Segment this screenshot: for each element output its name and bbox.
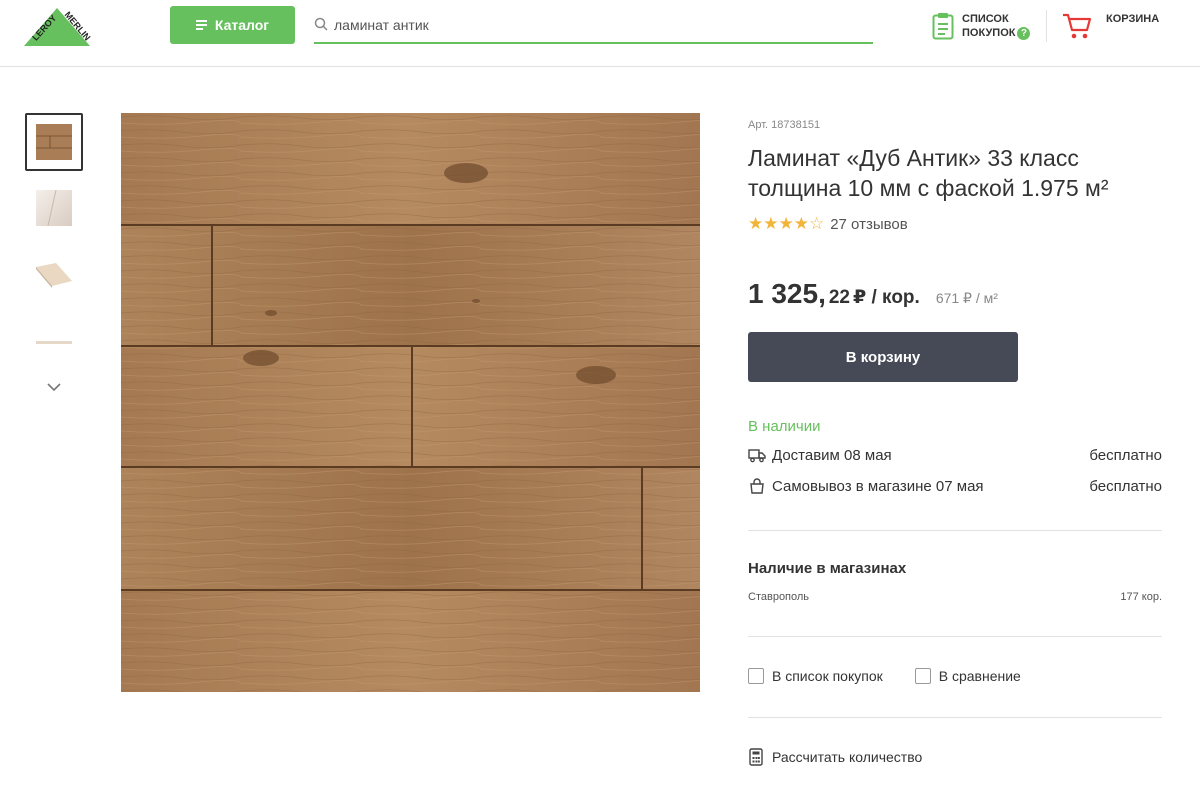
chevron-down-icon[interactable] (45, 378, 63, 396)
divider (748, 636, 1162, 637)
thumbnail-edge-view[interactable] (25, 311, 83, 369)
add-to-list-label: В список покупок (772, 668, 883, 684)
product-image[interactable] (121, 113, 700, 692)
checkbox-box[interactable] (914, 668, 931, 684)
catalog-label: Каталог (214, 17, 270, 33)
compare-label: В сравнение (938, 668, 1021, 684)
city-name: Ставрополь (748, 591, 810, 603)
pickup-text: Самовывоз в магазине 07 мая (772, 477, 984, 495)
search-input[interactable] (334, 13, 864, 37)
reviews-count[interactable]: 27 отзывов (830, 216, 908, 233)
shopping-list-label-1: СПИСОК (962, 13, 1009, 25)
price-unit: ₽ / кор. (853, 287, 920, 308)
delivery-text: Доставим 08 мая (772, 446, 892, 464)
thumbnail-wood-texture[interactable] (25, 113, 83, 171)
search-bar (314, 8, 873, 44)
pickup-price: бесплатно (1089, 477, 1162, 495)
price-decimal: 22 (828, 287, 850, 308)
thumbnail-list (25, 113, 83, 377)
leroy-merlin-logo[interactable]: LEROY MERLIN (22, 6, 92, 46)
header-divider (1046, 10, 1047, 42)
truck-icon (748, 449, 766, 463)
checkbox-box[interactable] (748, 668, 764, 684)
price-per-m2: 671 ₽ / м² (935, 290, 998, 306)
cart-label: КОРЗИНА (1106, 13, 1160, 25)
product-title: Ламинат «Дуб Антик» 33 класс толщина 10 … (748, 145, 1109, 201)
cart-icon (1063, 13, 1092, 39)
compare-checkbox[interactable]: В сравнение (914, 668, 1021, 684)
options-row: В список покупок В сравнение (748, 668, 1021, 684)
cart-link[interactable]: КОРЗИНА (1062, 12, 1159, 40)
help-icon[interactable]: ? (1017, 26, 1031, 40)
calculate-label: Рассчитать количество (772, 749, 923, 765)
price: 1 325, 22 ₽ / кор. 671 ₽ / м² (748, 278, 998, 310)
calculate-quantity-link[interactable]: Рассчитать количество (748, 748, 922, 766)
clipboard-icon (932, 13, 954, 40)
thumbnail-white-plank[interactable] (25, 179, 83, 237)
catalog-button[interactable]: Каталог (170, 6, 295, 44)
shopping-list-label-2: ПОКУПОК (962, 27, 1016, 39)
delivery-price: бесплатно (1089, 446, 1162, 464)
stock-status: В наличии (748, 418, 821, 435)
divider (748, 717, 1162, 718)
site-header: LEROY MERLIN Каталог СПИСОК ПОКУПОК? (0, 0, 1200, 67)
search-icon (314, 17, 328, 31)
divider (748, 530, 1162, 531)
shopping-bag-icon (750, 478, 764, 494)
add-to-list-checkbox[interactable]: В список покупок (748, 668, 883, 684)
store-availability-row[interactable]: Ставрополь 177 кор. (748, 591, 1162, 603)
rating-stars: ★★★★☆ (748, 214, 825, 233)
calculator-icon (749, 748, 763, 766)
delivery-row: Доставим 08 мая бесплатно (748, 446, 1162, 464)
price-integer: 1 325, (748, 278, 826, 309)
rating[interactable]: ★★★★☆ 27 отзывов (748, 214, 908, 234)
shopping-list-link[interactable]: СПИСОК ПОКУПОК? (932, 12, 1031, 42)
menu-icon (195, 20, 207, 30)
add-to-cart-button[interactable]: В корзину (748, 332, 1018, 382)
article-number: Арт. 18738151 (748, 119, 821, 131)
thumbnail-profile-view[interactable] (25, 245, 83, 303)
availability-title: Наличие в магазинах (748, 560, 907, 577)
city-quantity: 177 кор. (1120, 591, 1162, 603)
pickup-row: Самовывоз в магазине 07 мая бесплатно (748, 477, 1162, 495)
